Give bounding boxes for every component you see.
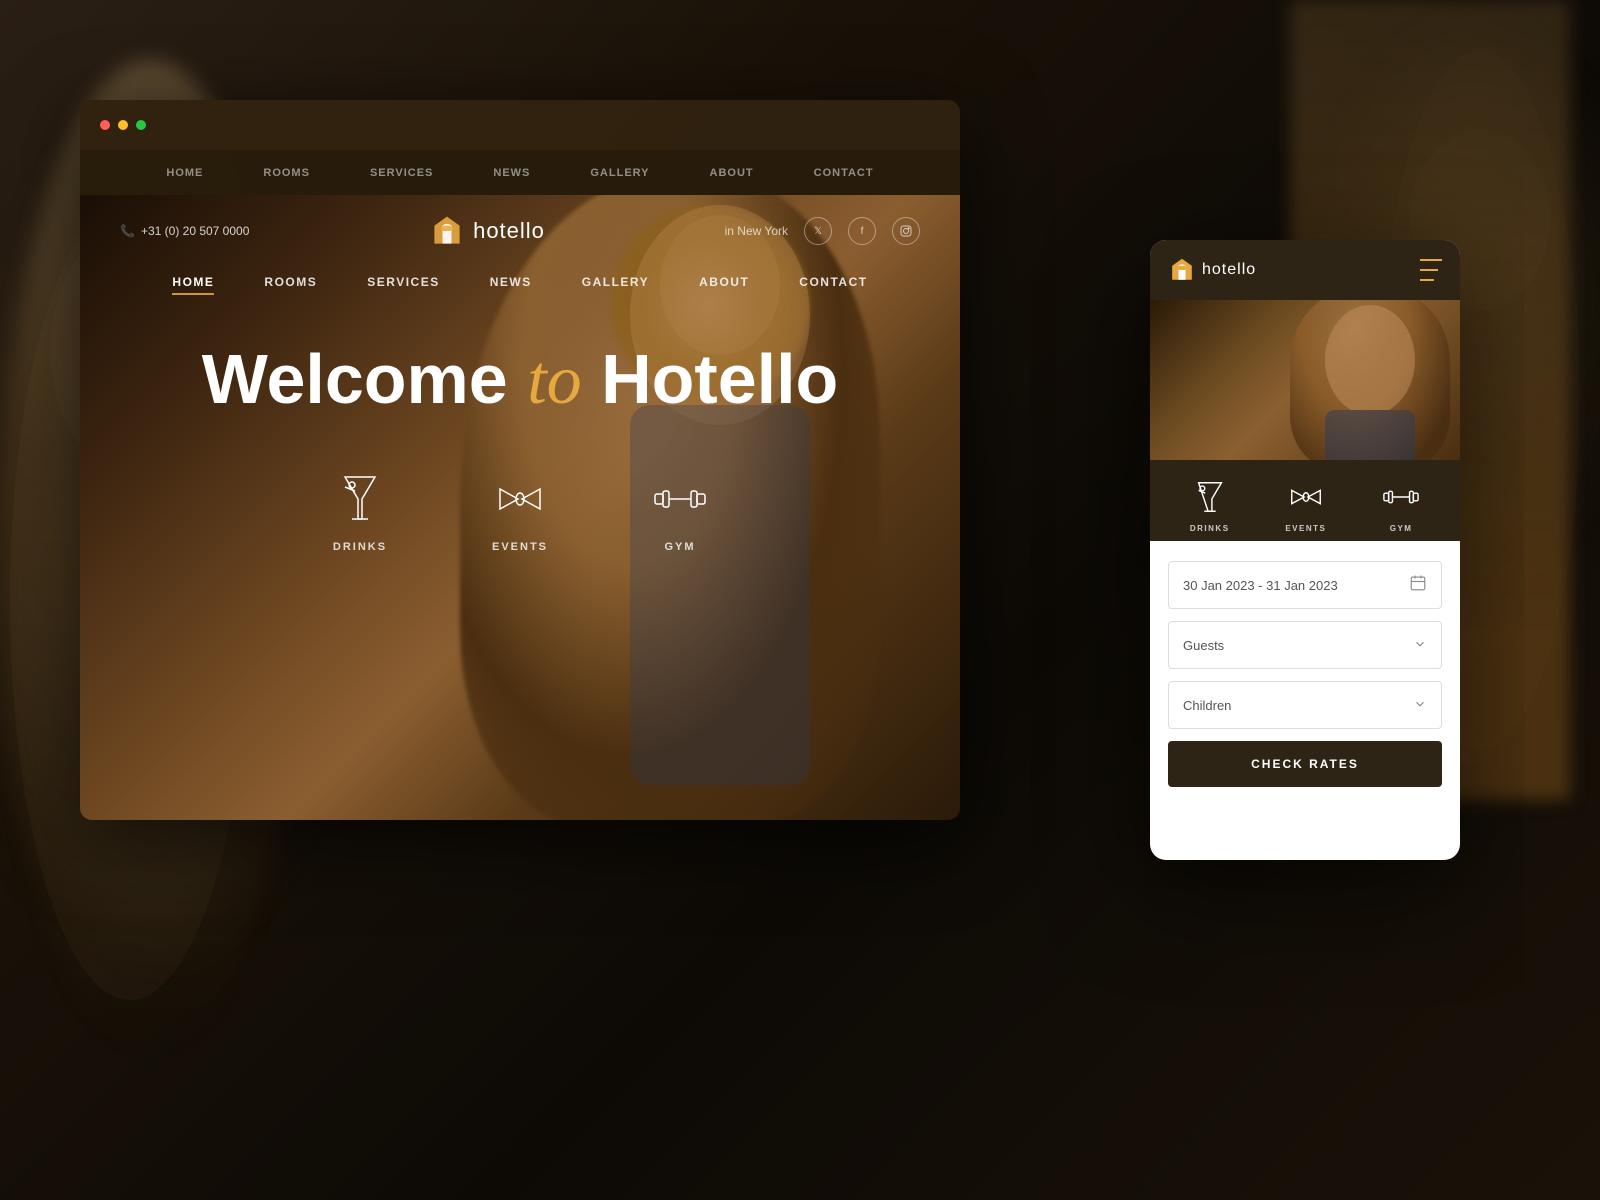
nav-services[interactable]: SERVICES <box>367 275 439 295</box>
mobile-bowtie-icon <box>1287 478 1325 516</box>
topnav-item-gallery[interactable]: GALLERY <box>590 167 649 179</box>
mobile-logo-icon <box>1168 256 1196 284</box>
hero-title-italic: to <box>527 342 581 419</box>
mobile-header: hotello <box>1150 240 1460 300</box>
service-drinks[interactable]: DRINKS <box>330 469 390 553</box>
window-minimize-dot[interactable] <box>118 120 128 130</box>
desktop-main-content: 📞 +31 (0) 20 507 0000 hotello in New Yor… <box>80 195 960 820</box>
hamburger-line-3 <box>1420 279 1434 281</box>
guests-chevron-icon <box>1413 637 1427 654</box>
mobile-events-label: EVENTS <box>1285 524 1326 533</box>
topnav-item-home[interactable]: HOME <box>166 167 203 179</box>
desktop-main-nav: HOME ROOMS SERVICES NEWS GALLERY ABOUT C… <box>80 267 960 311</box>
window-close-dot[interactable] <box>100 120 110 130</box>
logo-text: hotello <box>473 218 545 244</box>
mobile-cocktail-icon <box>1191 478 1229 516</box>
mobile-hero-image <box>1150 300 1460 460</box>
nav-news[interactable]: NEWS <box>490 275 532 295</box>
mobile-logo-text: hotello <box>1202 261 1256 279</box>
cocktail-icon <box>330 469 390 529</box>
desktop-service-icons: DRINKS EVENTS GYM <box>80 439 960 573</box>
hamburger-line-2 <box>1420 269 1438 271</box>
mobile-service-gym[interactable]: GYM <box>1382 478 1420 533</box>
topnav-item-contact[interactable]: CONTACT <box>814 167 874 179</box>
check-rates-button[interactable]: CHECK RATES <box>1168 741 1442 787</box>
hero-title-part1: Welcome <box>202 340 528 418</box>
mobile-gym-icon <box>1382 478 1420 516</box>
mobile-window: hotello DRINKS <box>1150 240 1460 860</box>
hamburger-menu[interactable] <box>1420 259 1442 281</box>
desktop-logo[interactable]: hotello <box>429 213 545 249</box>
mobile-person-svg <box>1300 300 1440 460</box>
guests-text: Guests <box>1183 638 1224 653</box>
service-gym-label: GYM <box>664 541 695 553</box>
children-text: Children <box>1183 698 1231 713</box>
hero-title-part2: Hotello <box>601 340 838 418</box>
mobile-service-drinks[interactable]: DRINKS <box>1190 478 1230 533</box>
mobile-service-events[interactable]: EVENTS <box>1285 478 1326 533</box>
nav-gallery[interactable]: GALLERY <box>582 275 649 295</box>
facebook-link[interactable]: f <box>848 217 876 245</box>
nav-about[interactable]: ABOUT <box>699 275 749 295</box>
mobile-service-icons: DRINKS EVENTS GYM <box>1150 460 1460 541</box>
hero-text: Welcome to Hotello <box>80 311 960 439</box>
topnav-item-rooms[interactable]: ROOMS <box>263 167 310 179</box>
logo-icon-svg <box>429 213 465 249</box>
phone-number: +31 (0) 20 507 0000 <box>141 224 249 238</box>
service-events-label: EVENTS <box>492 541 548 553</box>
instagram-link[interactable] <box>892 217 920 245</box>
desktop-top-bar <box>80 100 960 150</box>
service-drinks-label: DRINKS <box>333 541 387 553</box>
mobile-gym-label: GYM <box>1390 524 1413 533</box>
service-events[interactable]: EVENTS <box>490 469 550 553</box>
phone-container: 📞 +31 (0) 20 507 0000 <box>120 224 249 238</box>
topnav-item-news[interactable]: NEWS <box>493 167 530 179</box>
mobile-drinks-label: DRINKS <box>1190 524 1230 533</box>
nav-rooms[interactable]: ROOMS <box>264 275 317 295</box>
mobile-logo[interactable]: hotello <box>1168 256 1256 284</box>
children-dropdown[interactable]: Children <box>1168 681 1442 729</box>
twitter-link[interactable]: 𝕏 <box>804 217 832 245</box>
service-gym[interactable]: GYM <box>650 469 710 553</box>
desktop-nav-bar: HOME ROOMS SERVICES NEWS GALLERY ABOUT C… <box>80 150 960 195</box>
nav-home[interactable]: HOME <box>172 275 214 295</box>
children-chevron-icon <box>1413 697 1427 714</box>
header-right: in New York 𝕏 f <box>725 217 920 245</box>
date-range-text: 30 Jan 2023 - 31 Jan 2023 <box>1183 578 1338 593</box>
bowtie-icon <box>490 469 550 529</box>
location-text: in New York <box>725 224 788 238</box>
calendar-icon <box>1409 574 1427 597</box>
topnav-item-services[interactable]: SERVICES <box>370 167 433 179</box>
hamburger-line-1 <box>1420 259 1442 261</box>
gym-icon <box>650 469 710 529</box>
date-range-field[interactable]: 30 Jan 2023 - 31 Jan 2023 <box>1168 561 1442 609</box>
desktop-window: HOME ROOMS SERVICES NEWS GALLERY ABOUT C… <box>80 100 960 820</box>
hero-title: Welcome to Hotello <box>120 341 920 419</box>
phone-icon: 📞 <box>120 224 135 238</box>
desktop-header: 📞 +31 (0) 20 507 0000 hotello in New Yor… <box>80 195 960 267</box>
nav-contact[interactable]: CONTACT <box>799 275 867 295</box>
topnav-item-about[interactable]: ABOUT <box>710 167 754 179</box>
guests-dropdown[interactable]: Guests <box>1168 621 1442 669</box>
booking-form: 30 Jan 2023 - 31 Jan 2023 Guests Chil <box>1150 541 1460 807</box>
window-maximize-dot[interactable] <box>136 120 146 130</box>
